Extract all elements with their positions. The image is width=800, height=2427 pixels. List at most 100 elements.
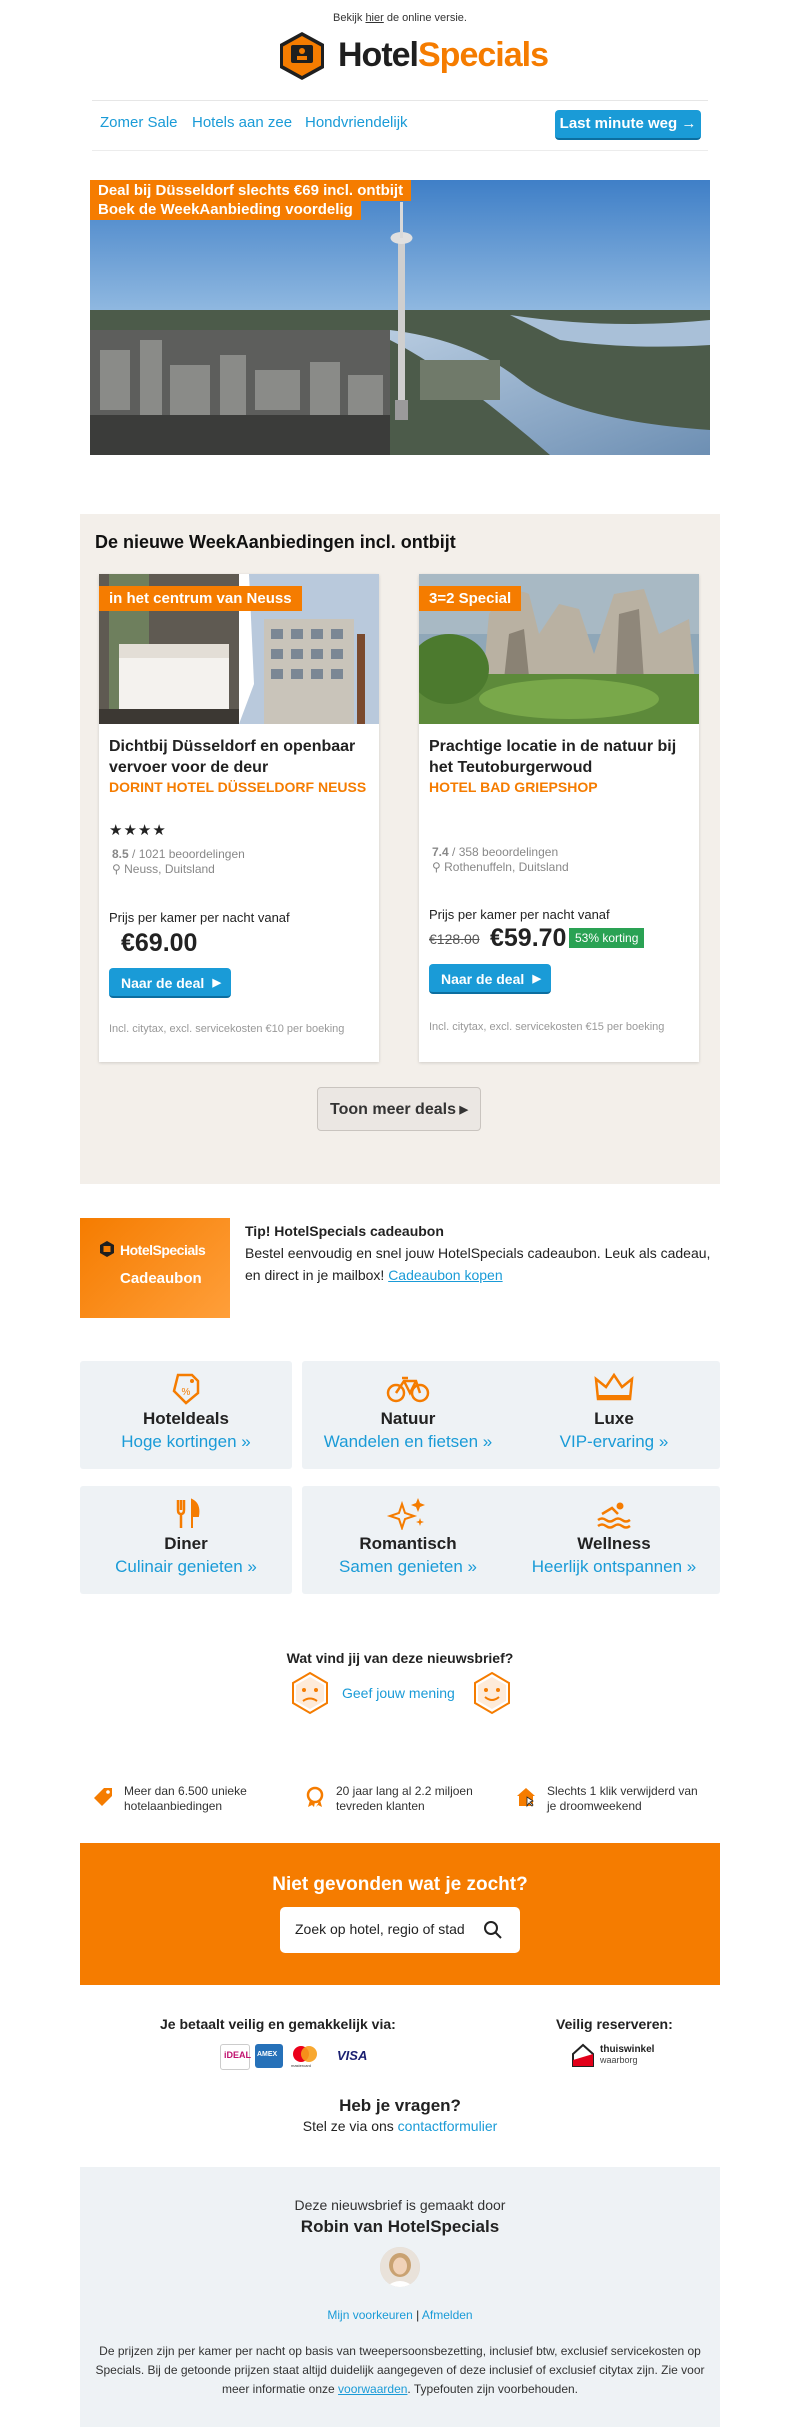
- usp-text: 20 jaar lang al 2.2 miljoen tevreden kla…: [336, 1784, 473, 1813]
- review-score-value: 7.4: [432, 845, 449, 859]
- hero-deal-title: Deal bij Düsseldorf slechts €69 incl. on…: [90, 180, 412, 201]
- buy-giftcard-link[interactable]: Cadeaubon kopen: [388, 1267, 502, 1283]
- hotel-name[interactable]: Hotel Bad Griepshop: [429, 777, 689, 798]
- location-pin-icon: ⚲: [432, 860, 441, 874]
- crown-icon: [594, 1372, 634, 1401]
- questions-text: Stel ze via ons contactformulier: [0, 2118, 800, 2134]
- category-link[interactable]: Culinair genieten »: [80, 1557, 292, 1577]
- nav-hondvriendelijk[interactable]: Hondvriendelijk: [305, 114, 408, 131]
- location-text: Rothenuffeln, Duitsland: [444, 860, 569, 874]
- old-price: €128.00: [429, 931, 480, 947]
- amex-label: AMEX: [257, 2051, 278, 2058]
- last-minute-button[interactable]: Last minute weg →: [555, 110, 701, 140]
- category-title: Romantisch: [359, 1534, 457, 1553]
- amex-logo: AMEX: [255, 2044, 283, 2068]
- preheader: Bekijk hier de online versie.: [0, 12, 800, 24]
- review-count: / 1021 beoordelingen: [128, 847, 245, 861]
- svg-text:%: %: [182, 1387, 191, 1398]
- disclaimer-end: . Typefouten zijn voorbehouden.: [407, 2382, 578, 2396]
- ideal-logo: iDEAL: [220, 2044, 251, 2070]
- questions-heading: Heb je vragen?: [339, 2096, 461, 2115]
- preferences-link[interactable]: Mijn voorkeuren: [327, 2308, 412, 2322]
- deal-button[interactable]: Naar de deal ▶: [429, 964, 551, 994]
- dusseldorf-skyline-image: [90, 180, 710, 455]
- swimming-icon: [597, 1502, 631, 1529]
- tag-icon: [94, 1788, 112, 1806]
- sad-face-icon[interactable]: [290, 1671, 330, 1715]
- category-link[interactable]: VIP-ervaring »: [508, 1432, 720, 1452]
- deal-card-neuss[interactable]: in het centrum van Neuss Dichtbij Düssel…: [99, 574, 379, 1062]
- footer-links: Mijn voorkeuren | Afmelden: [80, 2308, 720, 2322]
- house-click-icon: [517, 1788, 535, 1808]
- logo-part-specials: Specials: [418, 36, 549, 74]
- location-pin-icon: ⚲: [112, 862, 121, 876]
- give-feedback-link[interactable]: Geef jouw mening: [342, 1685, 455, 1701]
- ideal-label: iDEAL: [224, 2050, 251, 2060]
- category-romantisch[interactable]: Romantisch Samen genieten »: [302, 1486, 514, 1594]
- review-count: / 358 beoordelingen: [448, 845, 559, 859]
- hotel-name[interactable]: Dorint Hotel Düsseldorf Neuss: [109, 777, 369, 798]
- logo-wordmark: HotelSpecials: [338, 36, 549, 75]
- deal-badge: in het centrum van Neuss: [99, 586, 302, 611]
- search-placeholder: Zoek op hotel, regio of stad: [295, 1921, 465, 1937]
- nav-zomer-sale[interactable]: Zomer Sale: [100, 114, 178, 131]
- price-label: Prijs per kamer per nacht vanaf: [109, 910, 290, 925]
- gift-tip-title: Tip! HotelSpecials cadeaubon: [245, 1223, 444, 1239]
- deal-badge: 3=2 Special: [419, 586, 522, 611]
- deal-fineprint: Incl. citytax, excl. servicekosten €10 p…: [109, 1023, 345, 1035]
- category-title: Wellness: [577, 1534, 651, 1553]
- made-by-text: Deze nieuwsbrief is gemaakt door: [294, 2197, 506, 2213]
- disclaimer: De prijzen zijn per kamer per nacht op b…: [92, 2342, 708, 2399]
- hotelspecials-logo[interactable]: HotelSpecials: [276, 30, 549, 82]
- online-version-link[interactable]: hier: [365, 12, 383, 24]
- star-rating: ★★★★: [109, 822, 167, 839]
- category-title: Hoteldeals: [143, 1409, 229, 1428]
- category-link[interactable]: Wandelen en fietsen »: [302, 1432, 514, 1452]
- questions-before: Stel ze via ons: [302, 2118, 398, 2134]
- happy-face-icon[interactable]: [472, 1671, 512, 1715]
- nav-top-divider: [92, 100, 708, 101]
- price-label: Prijs per kamer per nacht vanaf: [429, 907, 610, 922]
- terms-link[interactable]: voorwaarden: [338, 2382, 407, 2396]
- nav-hotels-aan-zee[interactable]: Hotels aan zee: [192, 114, 292, 131]
- deal-card-teutoburgerwoud[interactable]: 3=2 Special Prachtige locatie in de natu…: [419, 574, 699, 1062]
- preheader-before: Bekijk: [333, 12, 366, 24]
- sparkles-icon: [386, 1498, 425, 1530]
- deal-title[interactable]: Dichtbij Düsseldorf en openbaar vervoer …: [109, 736, 371, 778]
- search-heading: Niet gevonden wat je zocht?: [272, 1874, 528, 1895]
- category-hoteldeals[interactable]: % Hoteldeals Hoge kortingen »: [80, 1361, 292, 1469]
- gift-card-image[interactable]: HotelSpecials Cadeaubon: [80, 1218, 230, 1318]
- unsubscribe-link[interactable]: Afmelden: [422, 2308, 473, 2322]
- visa-logo: VISA: [335, 2044, 371, 2068]
- category-link[interactable]: Samen genieten »: [302, 1557, 514, 1577]
- category-natuur[interactable]: Natuur Wandelen en fietsen »: [302, 1361, 514, 1469]
- deal-title[interactable]: Prachtige locatie in de natuur bij het T…: [429, 736, 691, 778]
- category-link[interactable]: Heerlijk ontspannen »: [508, 1557, 720, 1577]
- usp-text: Slechts 1 klik verwijderd van je droomwe…: [547, 1784, 698, 1813]
- hotel-location: ⚲ Neuss, Duitsland: [112, 862, 215, 876]
- category-link[interactable]: Hoge kortingen »: [80, 1432, 292, 1452]
- hero-banner[interactable]: Deal bij Düsseldorf slechts €69 incl. on…: [90, 180, 710, 455]
- bicycle-icon: [386, 1376, 430, 1403]
- search-input[interactable]: Zoek op hotel, regio of stad: [280, 1907, 520, 1953]
- category-wellness[interactable]: Wellness Heerlijk ontspannen »: [508, 1486, 720, 1594]
- thuiswinkel-seal[interactable]: thuiswinkel waarborg: [570, 2040, 660, 2072]
- chevron-right-icon: ▶: [459, 1104, 468, 1116]
- review-score: 7.4 / 358 beoordelingen: [432, 845, 558, 859]
- search-section: Niet gevonden wat je zocht? Zoek op hote…: [80, 1843, 720, 1985]
- show-more-deals-button[interactable]: Toon meer deals ▶: [317, 1087, 481, 1131]
- author-name: Robin van HotelSpecials: [300, 2217, 500, 2236]
- deal-button[interactable]: Naar de deal ▶: [109, 968, 231, 998]
- payment-heading: Je betaalt veilig en gemakkelijk via:: [160, 2016, 396, 2032]
- chevron-right-icon: ▶: [532, 973, 541, 985]
- show-more-label: Toon meer deals: [330, 1101, 456, 1118]
- seal-name: thuiswinkel: [600, 2044, 655, 2055]
- category-diner[interactable]: Diner Culinair genieten »: [80, 1486, 292, 1594]
- contact-form-link[interactable]: contactformulier: [398, 2118, 498, 2134]
- review-score-value: 8.5: [112, 847, 129, 861]
- deal-button-label: Naar de deal: [121, 975, 205, 991]
- mastercard-label: mastercard: [291, 2063, 312, 2068]
- search-icon[interactable]: [483, 1920, 503, 1940]
- discount-badge: 53% korting: [569, 928, 645, 948]
- category-luxe[interactable]: Luxe VIP-ervaring »: [508, 1361, 720, 1469]
